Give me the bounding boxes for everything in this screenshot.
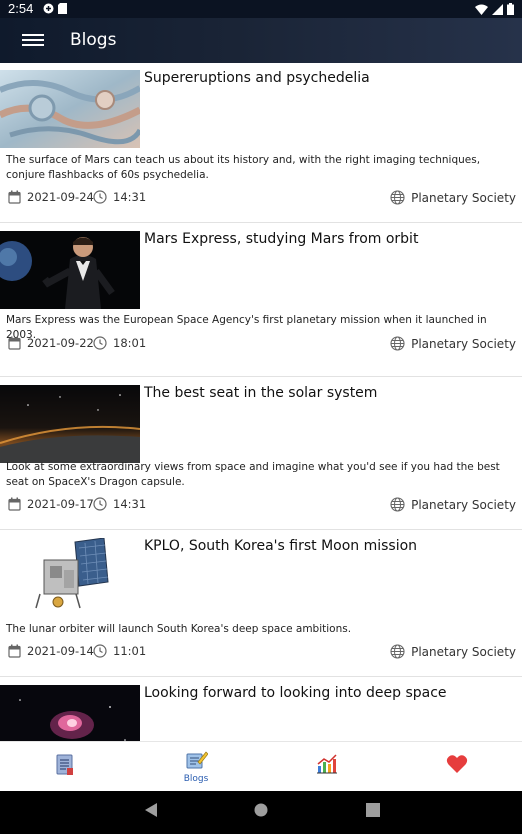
globe-icon [390, 190, 405, 205]
blog-thumbnail [0, 685, 140, 741]
status-bar: 2:54 [0, 0, 522, 18]
nav-item-documents[interactable] [0, 742, 130, 792]
calendar-icon [8, 190, 21, 204]
blog-date: 2021-09-22 [8, 336, 94, 350]
blog-card[interactable]: Mars Express, studying Mars from orbit M… [0, 224, 522, 377]
bottom-nav: Blogs [0, 741, 522, 791]
blog-time: 11:01 [93, 644, 146, 658]
menu-icon[interactable] [22, 31, 44, 51]
nav-item-favorites[interactable] [391, 742, 521, 792]
status-right-icons [475, 3, 514, 15]
blog-meta: 2021-09-17 14:31 Planetary Society [8, 497, 516, 515]
blog-time-text: 14:31 [113, 190, 147, 204]
blog-date-text: 2021-09-17 [27, 497, 94, 511]
blog-description: The surface of Mars can teach us about i… [6, 154, 481, 181]
blog-source-text: Planetary Society [411, 336, 516, 351]
blog-date-text: 2021-09-22 [27, 336, 94, 350]
blog-thumbnail [0, 231, 140, 309]
clock-icon [93, 336, 107, 350]
globe-icon [390, 644, 405, 659]
blog-card[interactable]: Supereruptions and psychedelia The surfa… [0, 63, 522, 223]
blog-time-text: 18:01 [113, 336, 147, 350]
calendar-icon [8, 644, 21, 658]
blog-time-text: 11:01 [113, 644, 147, 658]
page-title: Blogs [70, 30, 117, 50]
blog-source: Planetary Society [390, 190, 516, 205]
nav-item-blogs[interactable]: Blogs [131, 742, 261, 792]
heart-icon [446, 755, 468, 773]
blog-time-text: 14:31 [113, 497, 147, 511]
signal-icon [492, 3, 503, 15]
blog-time: 18:01 [93, 336, 146, 350]
blog-date: 2021-09-14 [8, 644, 94, 658]
recents-icon[interactable] [366, 803, 380, 817]
blog-card[interactable]: Looking forward to looking into deep spa… [0, 678, 522, 741]
blog-list[interactable]: Supereruptions and psychedelia The surfa… [0, 63, 522, 741]
blog-meta: 2021-09-22 18:01 Planetary Society [8, 336, 516, 354]
blog-meta: 2021-09-24 14:31 Planetary Society [8, 190, 516, 208]
blog-thumbnail [0, 70, 140, 148]
blog-description: The lunar orbiter will launch South Kore… [6, 623, 352, 635]
blog-time: 14:31 [93, 190, 146, 204]
blog-title: KPLO, South Korea's first Moon mission [144, 538, 418, 554]
sd-card-icon [58, 3, 67, 14]
blog-date: 2021-09-17 [8, 497, 94, 511]
wifi-icon [475, 4, 488, 15]
blog-date: 2021-09-24 [8, 190, 94, 204]
blog-title: Supereruptions and psychedelia [144, 70, 370, 86]
blog-meta: 2021-09-14 11:01 Planetary Society [8, 644, 516, 662]
app-root: 2:54 Blogs Supereruptions and psychedeli… [0, 0, 522, 834]
clock-icon [93, 497, 107, 511]
blog-source: Planetary Society [390, 644, 516, 659]
blog-title: Looking forward to looking into deep spa… [144, 685, 447, 701]
nav-label-blogs: Blogs [183, 774, 209, 784]
globe-icon [390, 497, 405, 512]
status-time: 2:54 [8, 1, 34, 16]
blogs-icon [186, 751, 208, 769]
calendar-icon [8, 336, 21, 350]
blog-card[interactable]: The best seat in the solar system Look a… [0, 378, 522, 530]
blog-thumbnail [0, 538, 140, 616]
blog-thumbnail [0, 385, 140, 463]
globe-icon [390, 336, 405, 351]
blog-source: Planetary Society [390, 336, 516, 351]
status-left-icons [43, 3, 67, 14]
blog-source-text: Planetary Society [411, 190, 516, 205]
nav-item-stats[interactable] [261, 742, 391, 792]
blog-title: Mars Express, studying Mars from orbit [144, 231, 419, 247]
blog-time: 14:31 [93, 497, 146, 511]
blog-date-text: 2021-09-14 [27, 644, 94, 658]
blog-title: The best seat in the solar system [144, 385, 378, 401]
back-icon[interactable] [144, 802, 158, 818]
blog-date-text: 2021-09-24 [27, 190, 94, 204]
chart-icon [317, 754, 337, 774]
clock-icon [93, 644, 107, 658]
blog-source: Planetary Society [390, 497, 516, 512]
blog-description: Look at some extraordinary views from sp… [6, 461, 500, 488]
home-icon[interactable] [253, 802, 269, 818]
calendar-icon [8, 497, 21, 511]
system-nav-bar [0, 791, 522, 834]
blog-source-text: Planetary Society [411, 497, 516, 512]
clock-icon [93, 190, 107, 204]
blog-source-text: Planetary Society [411, 644, 516, 659]
sync-icon [43, 3, 54, 14]
battery-icon [507, 3, 514, 15]
document-icon [56, 754, 73, 775]
app-bar: Blogs [0, 18, 522, 63]
blog-card[interactable]: KPLO, South Korea's first Moon mission T… [0, 531, 522, 677]
